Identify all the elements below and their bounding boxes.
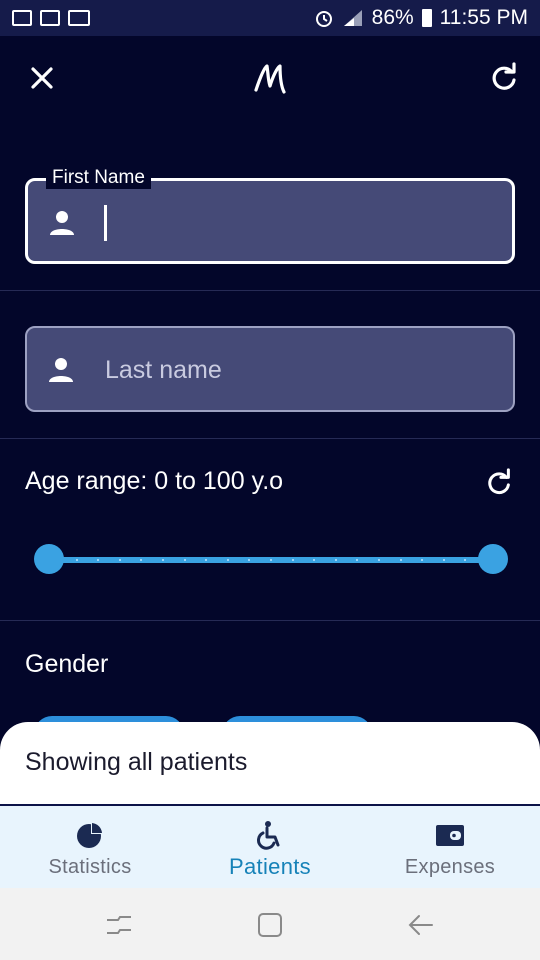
video-icon: [68, 10, 90, 26]
signal-icon: [343, 10, 362, 26]
pie-chart-icon: [77, 822, 103, 848]
mail-icon: [12, 10, 32, 26]
person-icon: [50, 211, 74, 235]
recent-apps-icon[interactable]: [104, 910, 134, 940]
status-bar: 86% 11:55 PM: [0, 0, 540, 36]
wallet-icon: [436, 825, 464, 846]
nav-label: Patients: [229, 854, 311, 879]
app-bar: [0, 36, 540, 120]
nav-item-expenses[interactable]: Expenses: [360, 806, 540, 888]
bottom-navigation: Statistics Patients Expenses: [0, 806, 540, 888]
first-name-input[interactable]: [104, 181, 488, 265]
divider: [0, 290, 540, 291]
wheelchair-icon: [257, 821, 280, 850]
reset-age-icon[interactable]: [484, 468, 514, 498]
alarm-icon: [315, 11, 332, 27]
age-range-label: Age range: 0 to 100 y.o: [25, 467, 284, 495]
close-icon[interactable]: [26, 62, 58, 94]
clock: 11:55 PM: [439, 6, 528, 29]
last-name-field[interactable]: [25, 326, 515, 412]
person-icon: [49, 358, 73, 382]
first-name-field[interactable]: First Name: [25, 167, 515, 265]
results-sheet[interactable]: Showing all patients: [0, 722, 540, 806]
age-range-slider[interactable]: [34, 544, 508, 576]
slider-max-handle[interactable]: [478, 544, 508, 574]
image-icon: [40, 10, 60, 26]
system-navigation-bar: [0, 888, 540, 960]
back-icon[interactable]: [406, 910, 436, 940]
gender-label: Gender: [25, 650, 109, 678]
slider-ticks: [54, 559, 488, 561]
nav-item-patients[interactable]: Patients: [180, 806, 360, 888]
last-name-input[interactable]: [103, 328, 487, 412]
divider: [0, 620, 540, 621]
app-logo: [254, 64, 286, 94]
battery-icon: [421, 9, 432, 27]
results-summary: Showing all patients: [25, 748, 248, 776]
refresh-icon[interactable]: [488, 62, 520, 94]
notification-icons: [12, 10, 90, 26]
nav-label: Expenses: [404, 856, 496, 878]
slider-min-handle[interactable]: [34, 544, 64, 574]
battery-percent: 86%: [371, 6, 414, 29]
nav-label: Statistics: [48, 856, 132, 878]
system-indicators: 86% 11:55 PM: [314, 6, 528, 30]
divider: [0, 438, 540, 439]
home-icon[interactable]: [255, 910, 285, 940]
nav-item-statistics[interactable]: Statistics: [0, 806, 180, 888]
